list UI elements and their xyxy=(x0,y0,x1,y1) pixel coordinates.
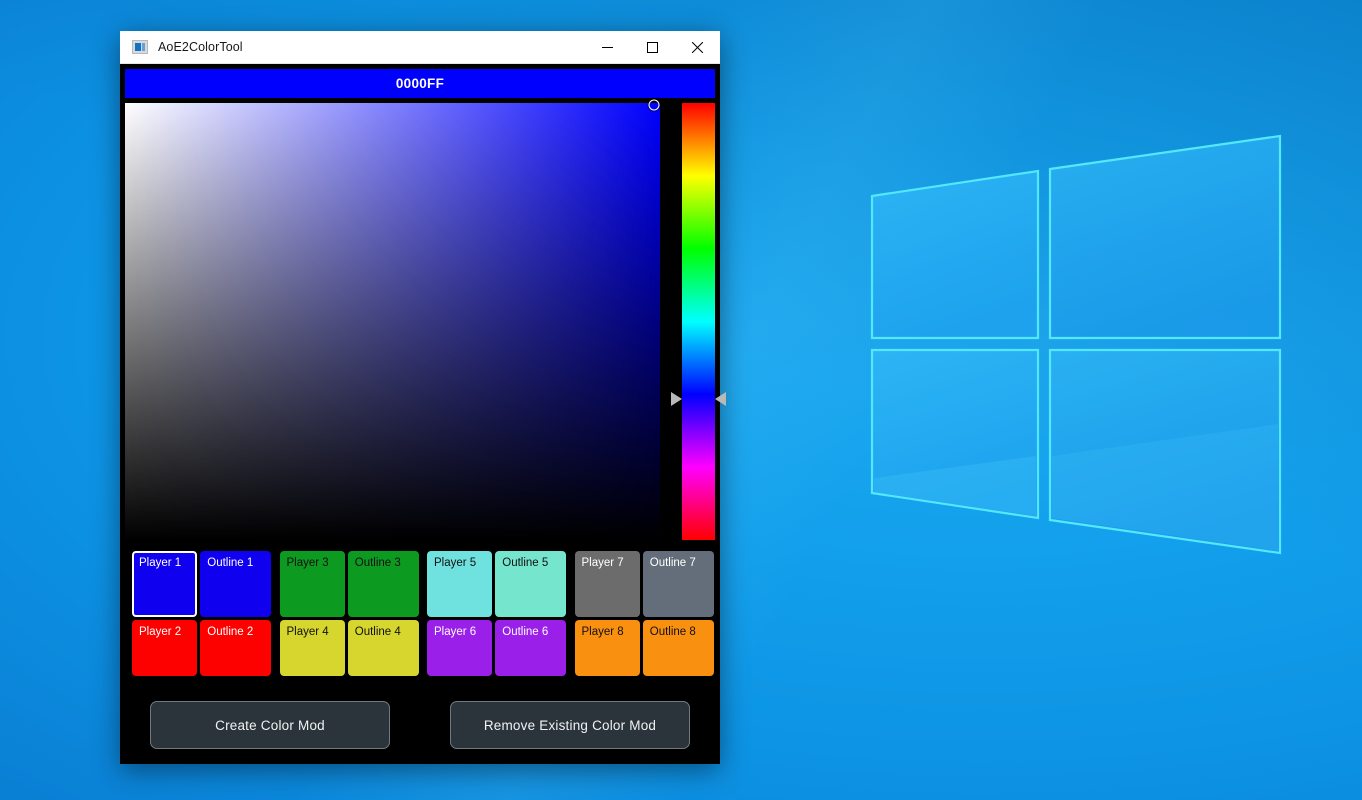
app-icon xyxy=(132,40,148,54)
swatch-player-4[interactable]: Player 4 xyxy=(279,620,345,676)
swatch-cell: Player 7 xyxy=(568,551,642,617)
swatch-label: Outline 1 xyxy=(207,557,254,569)
swatch-outline-4[interactable]: Outline 4 xyxy=(347,620,419,676)
swatch-label: Outline 8 xyxy=(649,626,696,638)
remove-color-mod-button[interactable]: Remove Existing Color Mod xyxy=(450,701,690,749)
window-controls xyxy=(585,31,720,64)
saturation-value-gradient[interactable] xyxy=(125,99,661,540)
swatch-player-6[interactable]: Player 6 xyxy=(427,620,493,676)
swatch-label: Outline 7 xyxy=(649,557,696,569)
swatch-player-8[interactable]: Player 8 xyxy=(574,620,640,676)
swatch-outline-1[interactable]: Outline 1 xyxy=(200,551,271,617)
color-picker-area xyxy=(125,99,726,540)
swatch-player-7[interactable]: Player 7 xyxy=(574,551,640,617)
swatch-cell: Player 8 xyxy=(568,620,642,676)
swatch-label: Player 4 xyxy=(286,626,329,638)
hue-marker-left-icon[interactable] xyxy=(671,391,683,406)
swatch-cell: Player 5 xyxy=(420,551,494,617)
swatch-label: Outline 5 xyxy=(502,557,549,569)
hex-value-label: 0000FF xyxy=(395,76,445,91)
swatch-cell: Outline 6 xyxy=(494,620,568,676)
minimize-button[interactable] xyxy=(585,31,630,64)
swatch-player-3[interactable]: Player 3 xyxy=(279,551,345,617)
swatch-label: Player 1 xyxy=(139,557,182,569)
swatch-cell: Player 4 xyxy=(273,620,347,676)
hue-slider[interactable] xyxy=(671,103,726,540)
swatch-player-1[interactable]: Player 1 xyxy=(132,551,198,617)
create-color-mod-label: Create Color Mod xyxy=(215,717,325,733)
swatch-outline-8[interactable]: Outline 8 xyxy=(642,620,714,676)
swatch-label: Outline 6 xyxy=(502,626,549,638)
hue-marker-right-icon[interactable] xyxy=(715,391,726,406)
swatch-cell: Outline 1 xyxy=(199,551,273,617)
swatch-cell: Outline 7 xyxy=(641,551,715,617)
swatch-cell: Outline 3 xyxy=(346,551,420,617)
swatch-cell: Player 1 xyxy=(125,551,199,617)
swatch-outline-2[interactable]: Outline 2 xyxy=(200,620,271,676)
swatch-cell: Outline 8 xyxy=(641,620,715,676)
swatch-outline-3[interactable]: Outline 3 xyxy=(347,551,419,617)
hex-bar-container: 0000FF xyxy=(120,64,720,98)
swatch-label: Player 2 xyxy=(139,626,182,638)
desktop: AoE2ColorTool 0000FF Player 1 Outline 1 … xyxy=(0,0,1362,800)
swatch-label: Outline 2 xyxy=(207,626,254,638)
swatch-cell: Player 3 xyxy=(273,551,347,617)
hex-color-bar[interactable]: 0000FF xyxy=(125,69,715,98)
swatch-outline-5[interactable]: Outline 5 xyxy=(495,551,566,617)
swatch-cell: Outline 2 xyxy=(199,620,273,676)
swatch-player-5[interactable]: Player 5 xyxy=(427,551,493,617)
swatch-label: Player 7 xyxy=(581,557,624,569)
sv-gradient-surface xyxy=(125,103,661,540)
remove-color-mod-label: Remove Existing Color Mod xyxy=(483,717,657,733)
maximize-button[interactable] xyxy=(630,31,675,64)
close-button[interactable] xyxy=(675,31,720,64)
picker-spacer xyxy=(660,103,682,540)
swatch-label: Player 3 xyxy=(286,557,329,569)
create-color-mod-button[interactable]: Create Color Mod xyxy=(150,701,390,749)
swatch-outline-6[interactable]: Outline 6 xyxy=(495,620,566,676)
swatch-label: Outline 4 xyxy=(354,626,401,638)
swatch-cell: Player 2 xyxy=(125,620,199,676)
title-bar[interactable]: AoE2ColorTool xyxy=(120,31,720,64)
swatch-cell: Outline 4 xyxy=(346,620,420,676)
swatch-label: Player 6 xyxy=(434,626,477,638)
swatch-cell: Player 6 xyxy=(420,620,494,676)
swatch-cell: Outline 5 xyxy=(494,551,568,617)
window-title: AoE2ColorTool xyxy=(158,40,243,54)
swatch-player-2[interactable]: Player 2 xyxy=(132,620,198,676)
app-window: AoE2ColorTool 0000FF Player 1 Outline 1 … xyxy=(120,31,726,764)
action-button-row: Create Color Mod Remove Existing Color M… xyxy=(120,701,720,749)
swatch-label: Player 8 xyxy=(581,626,624,638)
swatch-label: Outline 3 xyxy=(354,557,401,569)
player-color-swatch-grid: Player 1 Outline 1 Player 3 Outline 3 Pl… xyxy=(125,551,715,676)
swatch-label: Player 5 xyxy=(434,557,477,569)
swatch-outline-7[interactable]: Outline 7 xyxy=(642,551,714,617)
windows-logo-wallpaper xyxy=(852,126,1297,576)
sv-cursor-handle[interactable] xyxy=(648,99,659,111)
